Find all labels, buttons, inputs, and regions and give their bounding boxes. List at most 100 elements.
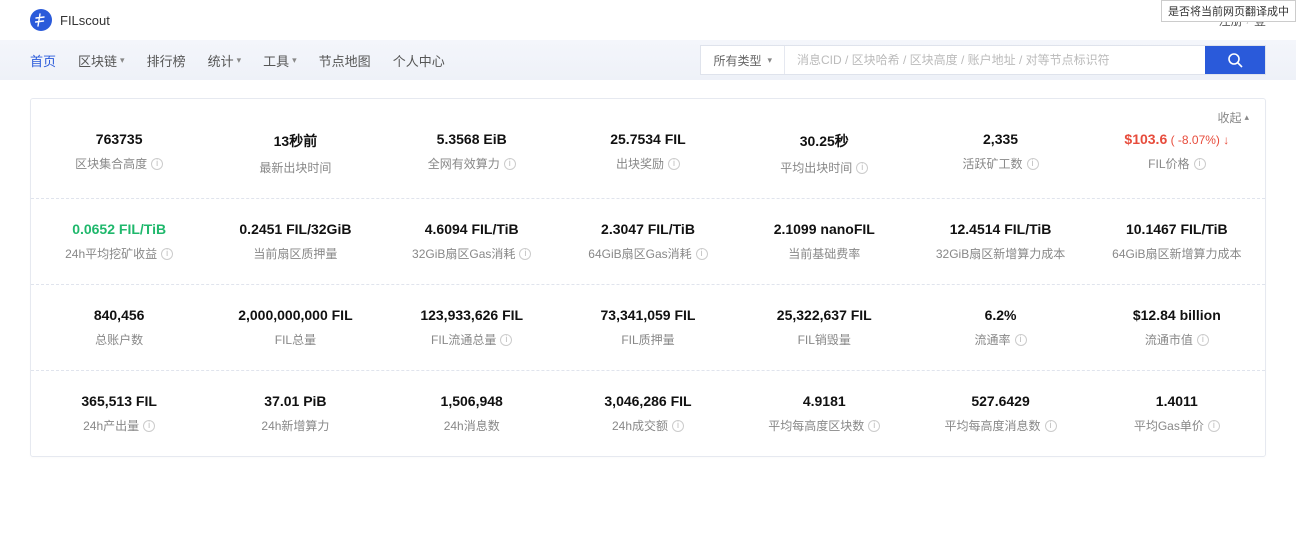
- stat-label: FIL价格i: [1148, 155, 1205, 172]
- stat-value: 25,322,637 FIL: [744, 307, 904, 323]
- stat-value: 3,046,286 FIL: [568, 393, 728, 409]
- stat-value: 10.1467 FIL/TiB: [1097, 221, 1257, 237]
- info-icon[interactable]: i: [1027, 158, 1039, 170]
- stat-label: 流通市值i: [1145, 331, 1209, 348]
- stat-label: 64GiB扇区Gas消耗i: [588, 245, 707, 262]
- stats-panel: 收起 ▴ 763735区块集合高度i13秒前最新出块时间5.3568 EiB全网…: [30, 98, 1266, 457]
- stat-label: FIL总量: [275, 331, 316, 348]
- info-icon[interactable]: i: [519, 248, 531, 260]
- stat-label: 24h成交额i: [612, 417, 684, 434]
- stat-label: 当前扇区质押量: [253, 245, 337, 262]
- stats-row: 0.0652 FIL/TiB24h平均挖矿收益i 0.2451 FIL/32GiB…: [31, 199, 1265, 285]
- stat-cell: 1.4011平均Gas单价i: [1089, 393, 1265, 434]
- stat-cell: 4.6094 FIL/TiB32GiB扇区Gas消耗i: [384, 221, 560, 262]
- nav-stats-label: 统计: [208, 51, 234, 70]
- stat-label: 24h消息数: [444, 417, 500, 434]
- stat-value: 2,335: [920, 131, 1080, 147]
- nav-tools[interactable]: 工具 ▾: [263, 51, 297, 70]
- info-icon[interactable]: i: [504, 158, 516, 170]
- info-icon[interactable]: i: [856, 162, 868, 174]
- stat-pct: ( -8.07%) ↓: [1167, 133, 1229, 147]
- stat-label: FIL销毁量: [798, 331, 851, 348]
- stat-value: 123,933,626 FIL: [392, 307, 552, 323]
- stats-row: 365,513 FIL24h产出量i37.01 PiB24h新增算力1,506,…: [31, 371, 1265, 456]
- stat-value: 1.4011: [1097, 393, 1257, 409]
- stat-label: 64GiB扇区新增算力成本: [1112, 245, 1241, 262]
- info-icon[interactable]: i: [668, 158, 680, 170]
- stat-value: $103.6 ( -8.07%) ↓: [1097, 131, 1257, 147]
- info-icon[interactable]: i: [500, 334, 512, 346]
- stats-row: 840,456总账户数2,000,000,000 FILFIL总量123,933…: [31, 285, 1265, 371]
- stat-value: 4.9181: [744, 393, 904, 409]
- info-icon[interactable]: i: [1197, 334, 1209, 346]
- stat-label: 活跃矿工数i: [963, 155, 1039, 172]
- search-button[interactable]: [1205, 46, 1265, 74]
- stat-cell: 1,506,948 24h消息数: [384, 393, 560, 434]
- info-icon[interactable]: i: [1208, 420, 1220, 432]
- nav-home[interactable]: 首页: [30, 51, 56, 70]
- stat-value: 0.2451 FIL/32GiB: [215, 221, 375, 237]
- nav-stats[interactable]: 统计 ▾: [208, 51, 242, 70]
- stat-cell: 123,933,626 FIL FIL流通总量i: [384, 307, 560, 348]
- stat-cell: 2,335 活跃矿工数i: [912, 131, 1088, 176]
- stat-value: 12.4514 FIL/TiB: [920, 221, 1080, 237]
- stat-cell: 25.7534 FIL出块奖励i: [560, 131, 736, 176]
- stat-label: 总账户数: [95, 331, 143, 348]
- stat-value: 527.6429: [920, 393, 1080, 409]
- brand[interactable]: FILscout: [30, 9, 110, 31]
- stat-cell: 0.0652 FIL/TiB24h平均挖矿收益i: [31, 221, 207, 262]
- stat-label: 出块奖励i: [616, 155, 680, 172]
- stat-cell: 25,322,637 FIL FIL销毁量: [736, 307, 912, 348]
- info-icon[interactable]: i: [161, 248, 173, 260]
- nav-blockchain[interactable]: 区块链 ▾: [78, 51, 125, 70]
- stat-label: 32GiB扇区新增算力成本: [936, 245, 1065, 262]
- stat-value: 2.3047 FIL/TiB: [568, 221, 728, 237]
- info-icon[interactable]: i: [151, 158, 163, 170]
- chevron-down-icon: ▾: [237, 55, 242, 66]
- stat-cell: 12.4514 FIL/TiB 32GiB扇区新增算力成本: [912, 221, 1088, 262]
- info-icon[interactable]: i: [696, 248, 708, 260]
- info-icon[interactable]: i: [1045, 420, 1057, 432]
- chevron-down-icon: ▾: [767, 55, 772, 66]
- stat-value: 840,456: [39, 307, 199, 323]
- stat-value: 73,341,059 FIL: [568, 307, 728, 323]
- brand-name: FILscout: [60, 13, 110, 28]
- stat-value: 5.3568 EiB: [392, 131, 552, 147]
- search-type-label: 所有类型: [713, 52, 761, 69]
- stat-value: 763735: [39, 131, 199, 147]
- stat-cell: 365,513 FIL24h产出量i: [31, 393, 207, 434]
- info-icon[interactable]: i: [1194, 158, 1206, 170]
- search-input[interactable]: [785, 46, 1205, 74]
- info-icon[interactable]: i: [868, 420, 880, 432]
- stat-label: 当前基础费率: [788, 245, 860, 262]
- info-icon[interactable]: i: [1015, 334, 1027, 346]
- search-icon: [1227, 52, 1243, 68]
- stat-cell: 2,000,000,000 FILFIL总量: [207, 307, 383, 348]
- stat-cell: 73,341,059 FILFIL质押量: [560, 307, 736, 348]
- nav-personal[interactable]: 个人中心: [393, 51, 445, 70]
- stat-label: 全网有效算力i: [428, 155, 516, 172]
- stats-row: 763735区块集合高度i13秒前最新出块时间5.3568 EiB全网有效算力i…: [31, 109, 1265, 199]
- stat-cell: 4.9181平均每高度区块数i: [736, 393, 912, 434]
- stat-cell: $103.6 ( -8.07%) ↓ FIL价格i: [1089, 131, 1265, 176]
- stat-label: FIL流通总量i: [431, 331, 512, 348]
- translate-prompt[interactable]: 是否将当前网页翻译成中: [1161, 0, 1296, 22]
- collapse-label: 收起: [1217, 109, 1241, 126]
- nav-leaderboard[interactable]: 排行榜: [147, 51, 186, 70]
- nav-node-map[interactable]: 节点地图: [319, 51, 371, 70]
- info-icon[interactable]: i: [672, 420, 684, 432]
- stat-cell: 30.25秒平均出块时间i: [736, 131, 912, 176]
- stat-value: 2.1099 nanoFIL: [744, 221, 904, 237]
- stat-cell: 10.1467 FIL/TiB 64GiB扇区新增算力成本: [1089, 221, 1265, 262]
- stat-value: 0.0652 FIL/TiB: [39, 221, 199, 237]
- stat-cell: 3,046,286 FIL 24h成交额i: [560, 393, 736, 434]
- stat-value: 6.2%: [920, 307, 1080, 323]
- info-icon[interactable]: i: [143, 420, 155, 432]
- stat-cell: 5.3568 EiB 全网有效算力i: [384, 131, 560, 176]
- stat-value: 1,506,948: [392, 393, 552, 409]
- stat-label: 平均每高度消息数i: [945, 417, 1057, 434]
- collapse-button[interactable]: 收起 ▴: [1217, 109, 1249, 126]
- stat-value: 4.6094 FIL/TiB: [392, 221, 552, 237]
- nav-tools-label: 工具: [263, 51, 289, 70]
- search-type-select[interactable]: 所有类型 ▾: [701, 46, 785, 74]
